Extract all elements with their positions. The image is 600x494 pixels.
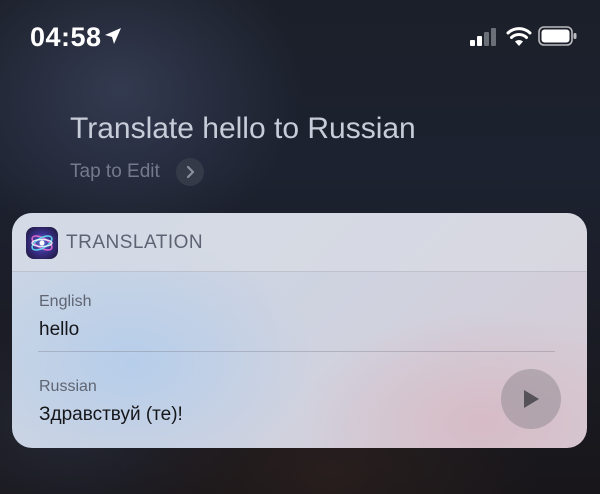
tap-to-edit-label[interactable]: Tap to Edit	[70, 161, 160, 183]
card-title: TRANSLATION	[66, 232, 204, 253]
status-bar: 04:58	[0, 0, 600, 70]
siri-query-text: Translate hello to Russian	[70, 112, 416, 145]
source-text: hello	[39, 319, 80, 340]
status-time: 04:58	[30, 22, 102, 52]
tap-to-edit-row[interactable]: Tap to Edit	[70, 158, 204, 186]
translation-card: TRANSLATION English hello Russian Здравс…	[12, 213, 587, 448]
chevron-right-icon[interactable]	[175, 158, 204, 186]
wifi-icon	[506, 27, 532, 46]
divider	[38, 351, 555, 352]
source-language-label: English	[39, 293, 92, 310]
target-language-label: Russian	[39, 378, 97, 395]
battery-icon	[538, 26, 577, 46]
signal-icon	[470, 28, 496, 46]
target-text: Здравствуй (те)!	[39, 404, 183, 425]
play-button[interactable]	[501, 369, 561, 429]
location-arrow-icon	[105, 28, 121, 44]
siri-app-icon	[26, 227, 58, 259]
play-icon	[524, 390, 539, 408]
card-header: TRANSLATION	[12, 213, 587, 272]
